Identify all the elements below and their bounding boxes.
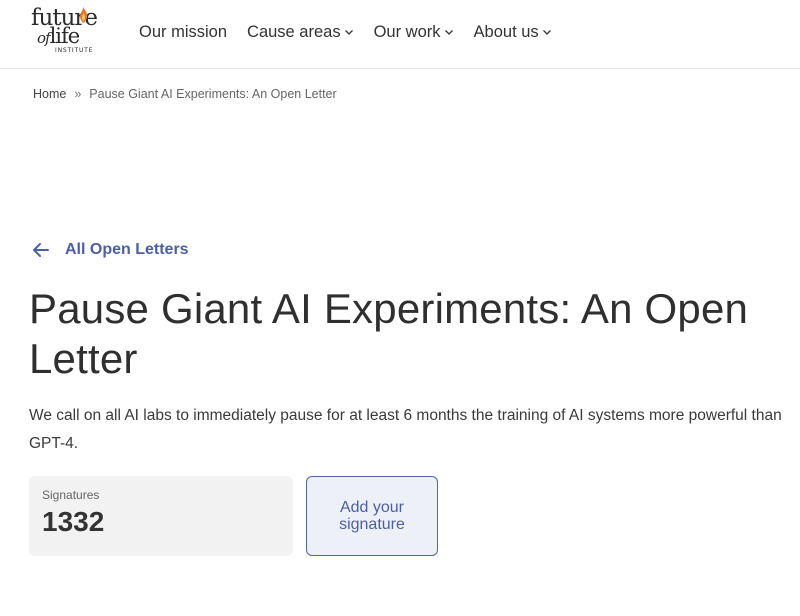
nav-label: Our mission (139, 22, 228, 41)
letter-description: We call on all AI labs to immediately pa… (29, 407, 782, 452)
chevron-down-icon (344, 27, 354, 37)
signatures-label: Signatures (42, 488, 100, 502)
main-nav: Our mission Cause areas Our work About u… (139, 20, 572, 44)
signatures-count: 1332 (42, 506, 105, 537)
nav-about-us[interactable]: About us (474, 23, 552, 42)
back-link-label: All Open Letters (65, 241, 189, 258)
flame-icon (79, 7, 88, 27)
site-logo[interactable]: future oflife INSTITUTE (27, 5, 107, 57)
nav-label: Our work (373, 22, 441, 41)
all-open-letters-link[interactable]: All Open Letters (31, 240, 189, 260)
signature-count-card: Signatures 1332 (29, 476, 293, 556)
logo-of: of (37, 29, 51, 47)
arrow-left-icon (31, 240, 51, 260)
chevron-down-icon (444, 27, 454, 37)
breadcrumb-current: Pause Giant AI Experiments: An Open Lett… (89, 87, 337, 101)
chevron-down-icon (542, 27, 552, 37)
site-header: future oflife INSTITUTE Our mission Caus… (0, 0, 800, 69)
nav-cause-areas[interactable]: Cause areas (247, 23, 354, 42)
nav-label: Cause areas (247, 22, 341, 41)
logo-life: life (49, 24, 81, 48)
breadcrumb: Home » Pause Giant AI Experiments: An Op… (33, 87, 337, 101)
breadcrumb-separator: » (74, 87, 82, 101)
logo-institute: INSTITUTE (55, 47, 94, 54)
nav-our-work[interactable]: Our work (374, 23, 454, 42)
breadcrumb-home[interactable]: Home (33, 87, 66, 101)
nav-label: About us (473, 22, 539, 41)
page-title: Pause Giant AI Experiments: An Open Lett… (29, 285, 749, 382)
add-signature-button[interactable]: Add your signature (306, 476, 438, 556)
nav-our-mission[interactable]: Our mission (139, 23, 227, 42)
